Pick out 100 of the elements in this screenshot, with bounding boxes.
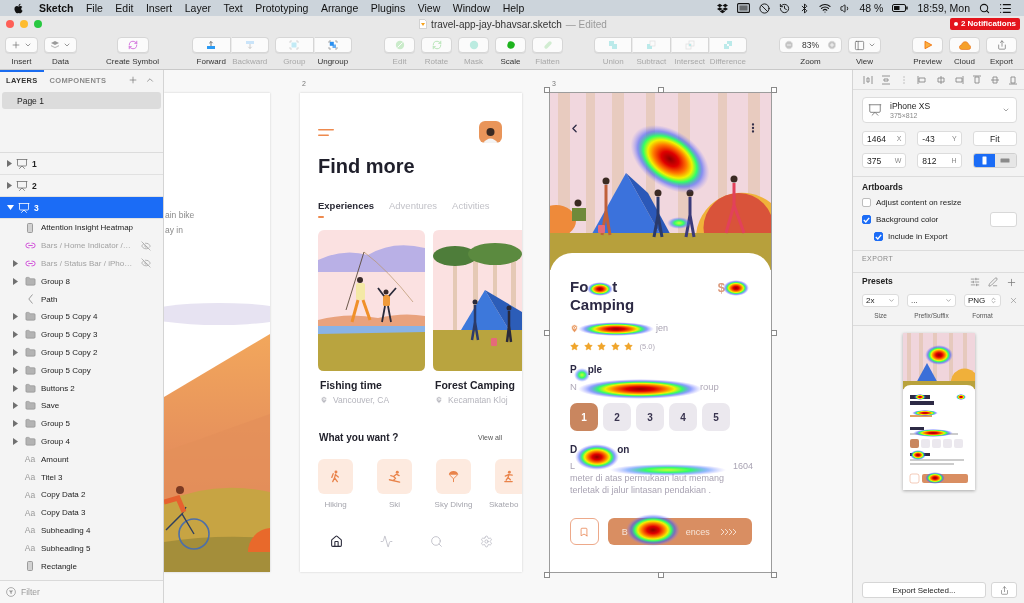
distribute-vertical-icon[interactable] [881, 74, 892, 85]
resize-handle[interactable] [657, 572, 664, 578]
pulse-icon[interactable] [380, 535, 393, 548]
number-chip[interactable]: 3 [636, 403, 664, 431]
plus-circle-icon[interactable] [827, 40, 837, 50]
layer-row[interactable]: Group 5 Copy 3 [0, 325, 163, 344]
toolbar-button[interactable] [632, 37, 671, 53]
layer-row[interactable]: Group 8 [0, 272, 163, 291]
align-middle-icon[interactable] [989, 74, 1000, 85]
layer-row[interactable]: Aa Copy Data 2 [0, 485, 163, 504]
portrait-button[interactable] [973, 154, 995, 167]
number-chip[interactable]: 4 [669, 403, 697, 431]
resize-handle[interactable] [771, 572, 777, 578]
triangle-right-icon[interactable] [13, 348, 18, 356]
export-selected-button[interactable]: Export Selected... [862, 582, 986, 598]
layer-row[interactable]: Rectangle [0, 557, 163, 575]
layer-row[interactable]: Group 5 Copy 4 [0, 308, 163, 326]
apple-logo-icon[interactable] [13, 2, 24, 14]
menu-item[interactable]: Text [223, 1, 243, 15]
layer-row[interactable]: Aa Subheading 4 [0, 521, 163, 540]
toolbar-button[interactable] [708, 37, 747, 53]
align-center-icon[interactable] [935, 74, 946, 85]
wifi-icon[interactable] [818, 2, 831, 14]
house-icon[interactable] [330, 535, 343, 548]
toolbar-button[interactable] [848, 37, 881, 53]
eye-slash-icon[interactable] [141, 240, 151, 251]
toolbar-button[interactable] [670, 37, 709, 53]
plus-icon[interactable] [128, 75, 138, 85]
toolbar-button[interactable] [495, 37, 526, 53]
resize-handle[interactable] [544, 572, 550, 578]
align-left-icon[interactable] [917, 74, 928, 85]
triangle-down-icon[interactable] [7, 205, 14, 210]
menu-item[interactable]: Prototyping [255, 1, 309, 15]
toolbar-button[interactable] [532, 37, 563, 53]
toolbar-button[interactable] [384, 37, 415, 53]
close-icon[interactable] [1009, 296, 1018, 305]
layer-row[interactable]: Group 5 [0, 414, 163, 433]
share-button[interactable] [991, 582, 1017, 598]
menu-item[interactable]: View [417, 1, 441, 15]
toolbar-button[interactable] [313, 37, 352, 53]
resize-handle[interactable] [544, 87, 550, 93]
triangle-right-icon[interactable] [7, 160, 12, 167]
chevron-up-icon[interactable] [145, 75, 155, 85]
close-button[interactable] [6, 20, 14, 28]
resize-handle[interactable] [771, 87, 777, 93]
toolbar-button[interactable] [275, 37, 314, 53]
menu-item[interactable]: Arrange [320, 1, 359, 15]
menu-item[interactable]: Plugins [370, 1, 406, 15]
triangle-right-icon[interactable] [13, 260, 18, 267]
menu-item[interactable]: File [85, 1, 103, 15]
align-bottom-icon[interactable] [1008, 74, 1018, 85]
layer-row[interactable]: Group 4 [0, 432, 163, 451]
filter-icon[interactable] [6, 587, 16, 597]
size-select[interactable]: 2x [862, 294, 899, 307]
layer-row[interactable]: Group 5 Copy 2 [0, 343, 163, 362]
volume-icon[interactable] [839, 2, 851, 14]
category-tile[interactable] [318, 459, 353, 494]
toolbar-button[interactable] [421, 37, 452, 53]
number-chip[interactable]: 2 [603, 403, 631, 431]
plus-icon[interactable] [1006, 276, 1017, 288]
triangle-right-icon[interactable] [13, 313, 18, 321]
minus-circle-icon[interactable] [784, 40, 794, 50]
triangle-right-icon[interactable] [13, 402, 18, 410]
triangle-right-icon[interactable] [13, 437, 18, 445]
triangle-right-icon[interactable] [7, 182, 12, 189]
category-tile[interactable] [377, 459, 412, 494]
triangle-right-icon[interactable] [13, 277, 18, 285]
align-right-icon[interactable] [953, 74, 964, 85]
triangle-right-icon[interactable] [13, 420, 18, 428]
clock-arrow-icon[interactable] [778, 2, 790, 14]
resize-handle[interactable] [771, 329, 777, 336]
layer-row[interactable]: 3 [0, 197, 163, 219]
resize-handle[interactable] [657, 87, 664, 93]
layer-row[interactable]: Save [0, 396, 163, 415]
align-top-icon[interactable] [971, 74, 982, 85]
toolbar-button[interactable] [594, 37, 633, 53]
menu-item[interactable]: Sketch [39, 1, 74, 15]
prefix-select[interactable]: ... [907, 294, 956, 307]
avatar[interactable] [479, 121, 502, 143]
layer-row[interactable]: Buttons 2 [0, 379, 163, 397]
menu-item[interactable]: Window [452, 1, 491, 15]
menu-bar-clock[interactable]: 18:59, Mon [917, 1, 970, 15]
distribute-horizontal-icon[interactable] [863, 74, 873, 85]
menu-item[interactable]: Insert [145, 1, 173, 15]
notifications-button[interactable]: 2 Notifications [949, 18, 1020, 30]
layer-row[interactable]: Aa Copy Data 3 [0, 503, 163, 522]
fit-button[interactable]: Fit [972, 131, 1017, 146]
triangle-right-icon[interactable] [13, 384, 18, 392]
layer-row[interactable]: Aa Amount [0, 450, 163, 469]
bookmark-button[interactable] [570, 518, 599, 545]
landscape-button[interactable] [994, 154, 1016, 167]
menu-item[interactable]: Help [502, 1, 525, 15]
circle-slash-icon[interactable] [758, 2, 770, 14]
menu-icon[interactable] [318, 128, 334, 136]
toolbar-button[interactable] [986, 37, 1017, 53]
search-icon[interactable] [979, 2, 990, 14]
zoom-button[interactable] [34, 20, 42, 28]
sliders-icon[interactable] [970, 277, 980, 287]
layer-row[interactable]: 1 [0, 153, 163, 175]
menu-item[interactable]: Layer [184, 1, 211, 15]
